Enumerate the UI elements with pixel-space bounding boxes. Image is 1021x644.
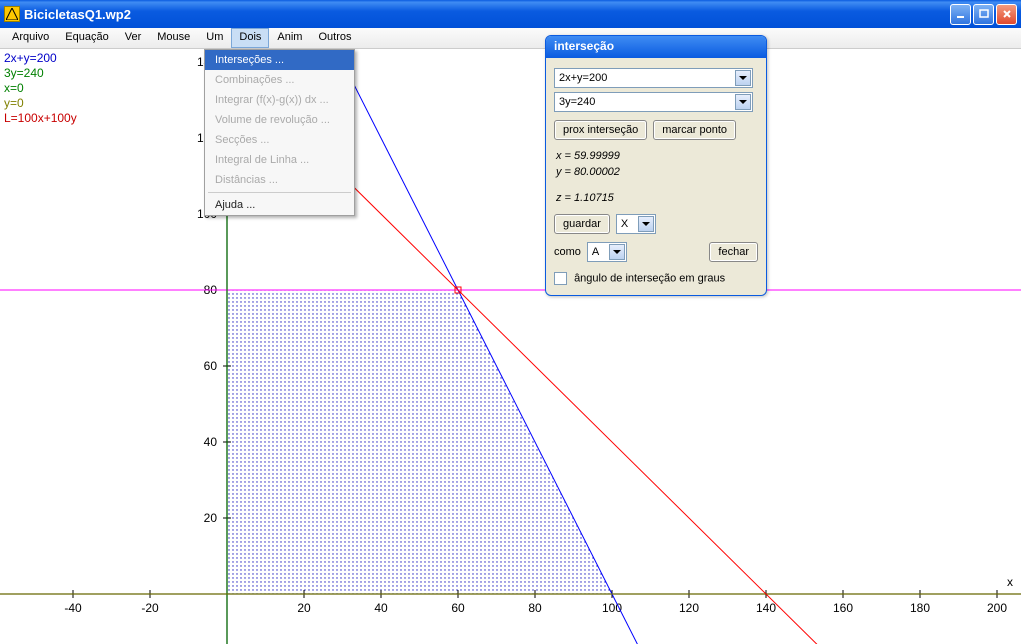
combo-eq2[interactable]: 3y=240 <box>554 92 753 112</box>
minimize-button[interactable] <box>950 4 971 25</box>
dd-ajuda[interactable]: Ajuda ... <box>205 195 354 215</box>
como-value: A <box>592 246 599 258</box>
svg-text:140: 140 <box>756 601 776 615</box>
chevron-down-icon[interactable] <box>735 94 751 110</box>
dd-integral-linha[interactable]: Integral de Linha ... <box>205 150 354 170</box>
menu-equacao[interactable]: Equação <box>57 28 116 48</box>
maximize-button[interactable] <box>973 4 994 25</box>
svg-text:-40: -40 <box>64 601 82 615</box>
menu-um[interactable]: Um <box>198 28 231 48</box>
menu-mouse[interactable]: Mouse <box>149 28 198 48</box>
como-label: como <box>554 246 581 258</box>
menu-outros[interactable]: Outros <box>310 28 359 48</box>
result-values: x = 59.99999 y = 80.00002 z = 1.10715 <box>556 148 756 206</box>
svg-text:20: 20 <box>297 601 311 615</box>
combo-eq1-value: 2x+y=200 <box>559 72 607 84</box>
eq-2[interactable]: 3y=240 <box>4 66 77 81</box>
menu-ver[interactable]: Ver <box>117 28 150 48</box>
dropdown-dois: Interseções ... Combinações ... Integrar… <box>204 49 355 216</box>
dropdown-separator <box>208 192 351 193</box>
svg-text:x: x <box>1007 575 1013 589</box>
dd-seccoes[interactable]: Secções ... <box>205 130 354 150</box>
marcar-ponto-button[interactable]: marcar ponto <box>653 120 736 140</box>
equation-list: 2x+y=200 3y=240 x=0 y=0 L=100x+100y <box>4 51 77 126</box>
como-combo[interactable]: A <box>587 242 627 262</box>
titlebar: BicicletasQ1.wp2 <box>0 0 1021 28</box>
chevron-down-icon[interactable] <box>609 244 625 260</box>
combo-eq1[interactable]: 2x+y=200 <box>554 68 753 88</box>
intersection-dialog[interactable]: interseção 2x+y=200 3y=240 prox interseç… <box>545 35 767 296</box>
eq-5[interactable]: L=100x+100y <box>4 111 77 126</box>
dd-integrar[interactable]: Integrar (f(x)-g(x)) dx ... <box>205 90 354 110</box>
svg-text:60: 60 <box>451 601 465 615</box>
prox-intersecao-button[interactable]: prox interseção <box>554 120 647 140</box>
x-result: x = 59.99999 <box>556 148 756 164</box>
guardar-value: X <box>621 218 628 230</box>
menu-arquivo[interactable]: Arquivo <box>4 28 57 48</box>
svg-text:40: 40 <box>374 601 388 615</box>
svg-text:160: 160 <box>833 601 853 615</box>
angulo-checkbox[interactable] <box>554 272 567 285</box>
chevron-down-icon[interactable] <box>638 216 654 232</box>
svg-text:-20: -20 <box>141 601 159 615</box>
dd-volume[interactable]: Volume de revolução ... <box>205 110 354 130</box>
plot-svg: -40-2020406080100120140160180200-2020406… <box>0 49 1021 644</box>
guardar-combo[interactable]: X <box>616 214 656 234</box>
combo-eq2-value: 3y=240 <box>559 96 595 108</box>
eq-4[interactable]: y=0 <box>4 96 77 111</box>
eq-3[interactable]: x=0 <box>4 81 77 96</box>
close-button[interactable] <box>996 4 1017 25</box>
window-title: BicicletasQ1.wp2 <box>24 7 131 22</box>
svg-text:60: 60 <box>204 359 218 373</box>
plot-canvas[interactable]: -40-2020406080100120140160180200-2020406… <box>0 49 1021 644</box>
svg-text:20: 20 <box>204 511 218 525</box>
svg-text:120: 120 <box>679 601 699 615</box>
menubar: Arquivo Equação Ver Mouse Um Dois Anim O… <box>0 28 1021 49</box>
svg-text:180: 180 <box>910 601 930 615</box>
y-result: y = 80.00002 <box>556 164 756 180</box>
dd-distancias[interactable]: Distâncias ... <box>205 170 354 190</box>
app-icon <box>4 6 20 22</box>
fechar-button[interactable]: fechar <box>709 242 758 262</box>
dd-intersecoes[interactable]: Interseções ... <box>205 50 354 70</box>
svg-text:200: 200 <box>987 601 1007 615</box>
menu-anim[interactable]: Anim <box>269 28 310 48</box>
dialog-title[interactable]: interseção <box>546 36 766 58</box>
svg-text:40: 40 <box>204 435 218 449</box>
angulo-label: ângulo de interseção em graus <box>574 272 725 284</box>
dd-combinacoes[interactable]: Combinações ... <box>205 70 354 90</box>
eq-1[interactable]: 2x+y=200 <box>4 51 77 66</box>
menu-dois[interactable]: Dois <box>231 28 269 48</box>
chevron-down-icon[interactable] <box>735 70 751 86</box>
guardar-button[interactable]: guardar <box>554 214 610 234</box>
svg-text:80: 80 <box>528 601 542 615</box>
z-result: z = 1.10715 <box>556 190 756 206</box>
